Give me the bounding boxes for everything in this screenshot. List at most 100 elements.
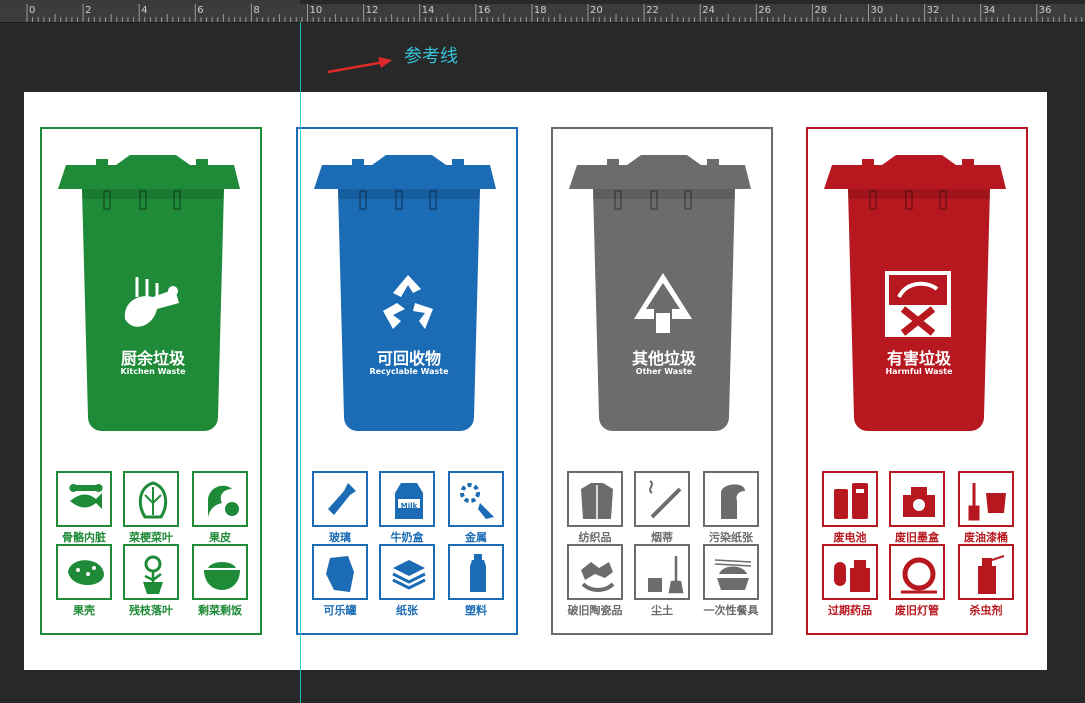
waste-item-box xyxy=(312,471,368,527)
nut-shell-icon xyxy=(68,560,104,585)
lamp-tube-icon xyxy=(901,557,937,594)
waste-item-box xyxy=(448,544,504,600)
waste-item-label: 杀虫剂 xyxy=(969,604,1003,617)
ruler-tick-label: 28 xyxy=(814,5,828,16)
ruler-tick-label: 26 xyxy=(758,5,772,16)
waste-item-box xyxy=(312,544,368,600)
leftover-bowl-icon xyxy=(204,562,240,590)
ruler-tick-label: 22 xyxy=(646,5,659,16)
coat-icon xyxy=(581,483,613,519)
disposable-box-icon xyxy=(714,559,752,590)
ruler-tick-label: 36 xyxy=(1038,5,1052,16)
fish-bone-icon xyxy=(69,484,103,509)
paper-stack-icon xyxy=(392,560,426,590)
waste-item-label: 塑料 xyxy=(465,604,487,617)
bin-name-zh: 可回收物 xyxy=(376,349,441,368)
bin-name-zh: 其他垃圾 xyxy=(631,349,696,368)
fruit-peel-icon xyxy=(208,485,239,517)
waste-item-box xyxy=(448,471,504,527)
ruler-tick-label: 4 xyxy=(141,5,148,16)
waste-item-box xyxy=(703,471,759,527)
waste-item-label: 剩菜剩饭 xyxy=(198,604,242,617)
waste-item-label: 烟蒂 xyxy=(651,531,673,544)
ruler-tick-label: 0 xyxy=(29,5,36,16)
waste-item-box xyxy=(567,471,623,527)
waste-item-label: 废旧墨盒 xyxy=(895,531,939,544)
ruler-tick-label: 10 xyxy=(309,5,323,16)
bin-category-symbol-icon xyxy=(124,277,179,327)
waste-item-label: 废油漆桶 xyxy=(964,531,1008,544)
potted-plant-icon xyxy=(143,555,163,594)
bin-name-en: Other Waste xyxy=(635,367,693,376)
waste-item-label: 一次性餐具 xyxy=(703,604,759,617)
bin-category-symbol-icon xyxy=(383,275,433,329)
bin-name-en: Kitchen Waste xyxy=(120,367,186,376)
ruler-tick-label: 2 xyxy=(85,5,92,16)
waste-item-label: 金属 xyxy=(465,531,487,544)
waste-item-label: 废旧灯管 xyxy=(895,604,939,617)
waste-item-box xyxy=(958,471,1014,527)
waste-item-box xyxy=(634,544,690,600)
ruler-tick-label: 8 xyxy=(253,5,260,16)
medicine-icon xyxy=(834,560,870,592)
ink-cartridge-icon xyxy=(903,487,935,517)
bin-category-symbol-icon xyxy=(885,271,951,337)
waste-item-box xyxy=(56,471,112,527)
bin-name-zh: 有害垃圾 xyxy=(886,349,951,368)
ruler-tick-label: 24 xyxy=(702,5,715,16)
milk-carton-icon xyxy=(395,483,423,519)
waste-item-label: 果皮 xyxy=(209,531,231,544)
waste-item-box xyxy=(703,544,759,600)
waste-item-label: 尘土 xyxy=(651,604,673,617)
battery-icon xyxy=(834,483,868,519)
bin-name-en: Harmful Waste xyxy=(885,367,953,376)
cabbage-icon xyxy=(138,481,168,519)
bin-panel-kitchen: 厨余垃圾 Kitchen Waste 骨骼内脏 菜梗菜叶 果皮 果壳 残枝落叶 剩菜剩饭 xyxy=(40,127,262,635)
ruler-tick-label: 14 xyxy=(421,5,435,16)
waste-item-label: 纸张 xyxy=(396,604,418,617)
glass-bottle-icon xyxy=(328,483,356,515)
cigarette-icon xyxy=(649,480,682,519)
horizontal-ruler[interactable]: 0 2 4 6 8 10 12 14 16 18 20 22 24 26 28 30 32 34 36 xyxy=(0,4,1085,23)
waste-item-label: 菜梗菜叶 xyxy=(129,531,173,544)
waste-item-label: 残枝落叶 xyxy=(129,604,173,617)
ruler-tick-label: 18 xyxy=(533,5,547,16)
waste-item-box xyxy=(889,544,945,600)
waste-item-box xyxy=(822,471,878,527)
bin-panel-recyclable: 可回收物 Recyclable Waste 玻璃 Milk 牛奶盒 金属 可乐罐 纸张 塑料 xyxy=(296,127,518,635)
guide-annotation: 参考线 xyxy=(404,46,458,67)
bin-category-symbol-icon xyxy=(634,273,692,333)
reference-guide-line[interactable] xyxy=(300,22,301,703)
broken-ceramic-icon xyxy=(581,562,615,592)
dust-pan-icon xyxy=(648,556,684,594)
waste-item-box xyxy=(192,544,248,600)
waste-item-box: Milk xyxy=(379,471,435,527)
ruler-tick-label: 12 xyxy=(365,5,379,16)
ruler-tick-label: 20 xyxy=(590,5,603,16)
waste-item-box xyxy=(822,544,878,600)
plastic-bottle-icon xyxy=(470,554,486,592)
ruler-tick-label: 6 xyxy=(197,5,204,16)
ruler-tick-label: 34 xyxy=(982,5,996,16)
waste-item-box xyxy=(123,471,179,527)
ruler-tick-label: 16 xyxy=(477,5,491,16)
ruler-tick-label: 32 xyxy=(926,5,940,16)
waste-item-label: 污染纸张 xyxy=(709,531,753,544)
milk-carton-text: Milk xyxy=(400,502,418,510)
document-canvas[interactable]: 厨余垃圾 Kitchen Waste 骨骼内脏 菜梗菜叶 果皮 果壳 残枝落叶 剩菜剩饭 … xyxy=(24,92,1047,670)
waste-item-box xyxy=(123,544,179,600)
waste-item-box xyxy=(958,544,1014,600)
waste-item-box xyxy=(889,471,945,527)
waste-item-box xyxy=(379,544,435,600)
red-arrow-icon xyxy=(327,57,392,74)
bin-panel-other: 其他垃圾 Other Waste 纺织品 烟蒂 污染纸张 破旧陶瓷品 尘土 一次性餐具 xyxy=(551,127,773,635)
metal-parts-icon xyxy=(460,483,494,519)
waste-item-box xyxy=(634,471,690,527)
bin-name-zh: 厨余垃圾 xyxy=(120,349,185,368)
bin-name-en: Recyclable Waste xyxy=(369,367,449,376)
waste-item-box xyxy=(192,471,248,527)
cola-can-icon xyxy=(326,556,354,592)
waste-item-box xyxy=(567,544,623,600)
insecticide-icon xyxy=(978,555,1005,594)
waste-item-label: 牛奶盒 xyxy=(390,531,424,544)
